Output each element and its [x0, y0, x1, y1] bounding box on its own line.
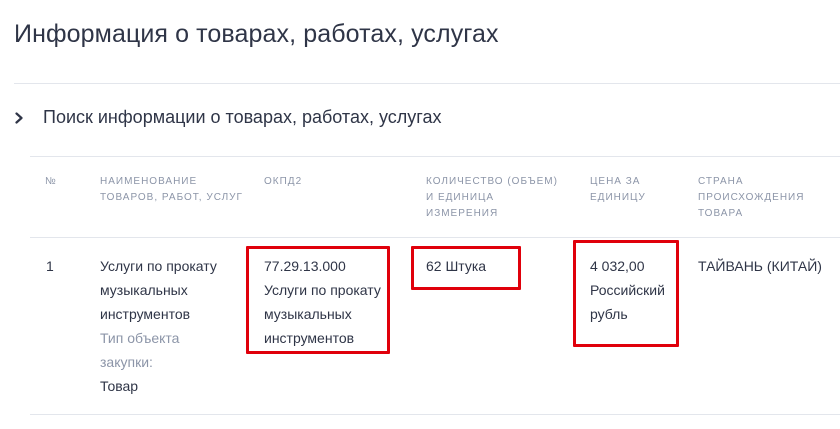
header-num: №	[45, 176, 57, 187]
divider	[30, 156, 840, 157]
header-country: СТРАНА ПРОИСХОЖДЕНИЯ ТОВАРА	[698, 176, 805, 219]
highlight-box-quantity	[411, 246, 521, 290]
page-title: Информация о товарах, работах, услугах	[14, 20, 499, 48]
highlight-box-okpd2	[246, 246, 390, 354]
row-num: 1	[46, 258, 54, 274]
row-name: Услуги по прокату музыкальных инструмент…	[100, 254, 217, 398]
object-type-value: Товар	[100, 378, 139, 394]
header-okpd2: ОКПД2	[264, 176, 303, 187]
chevron-right-icon[interactable]	[12, 111, 26, 125]
highlight-box-price	[573, 240, 679, 347]
divider	[30, 237, 840, 238]
section-title[interactable]: Поиск информации о товарах, работах, усл…	[43, 107, 441, 128]
section-toggle[interactable]: Поиск информации о товарах, работах, усл…	[12, 107, 441, 128]
object-type-label: закупки:	[100, 354, 153, 370]
divider	[14, 83, 840, 84]
header-quantity: КОЛИЧЕСТВО (ОБЪЕМ) И ЕДИНИЦА ИЗМЕРЕНИЯ	[426, 176, 558, 219]
object-type-label: Тип объекта	[100, 330, 180, 346]
divider	[30, 414, 840, 415]
row-country: ТАЙВАНЬ (КИТАЙ)	[698, 258, 822, 274]
header-price: ЦЕНА ЗА ЕДИНИЦУ	[590, 176, 646, 203]
header-name: НАИМЕНОВАНИЕ ТОВАРОВ, РАБОТ, УСЛУГ	[100, 176, 243, 203]
